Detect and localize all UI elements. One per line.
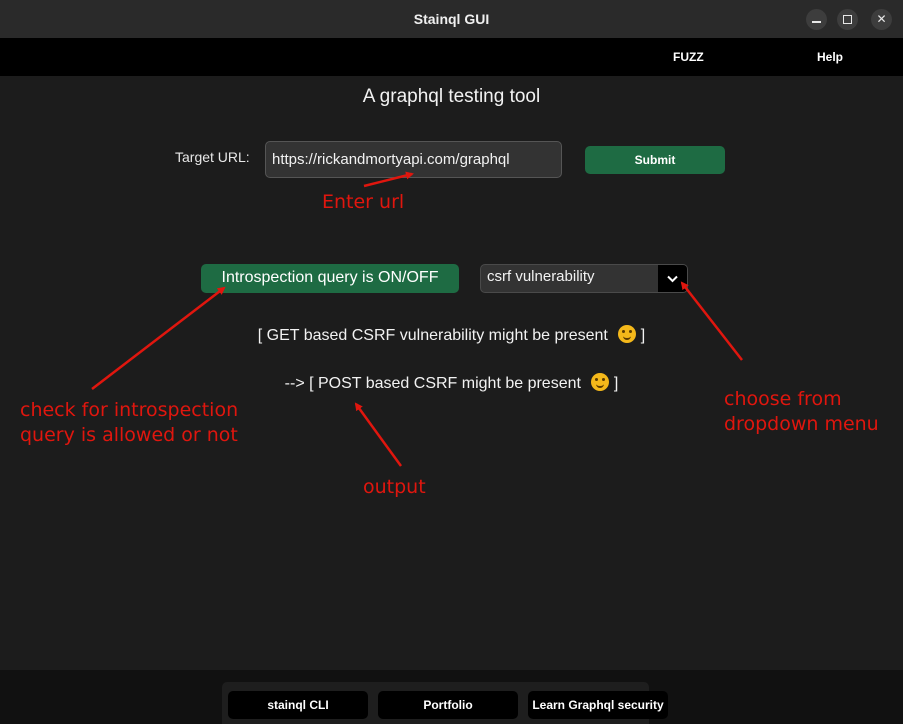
arrow-url [363, 171, 414, 188]
arrow-dropdown [680, 281, 743, 361]
annotation-introspection-line2: query is allowed or not [20, 424, 238, 446]
annotation-introspection: check for introspection query is allowed… [20, 398, 238, 448]
annotation-dropdown-line2: dropdown menu [724, 413, 879, 435]
arrow-output [354, 402, 403, 467]
annotation-introspection-line1: check for introspection [20, 399, 239, 421]
learn-graphql-security-button[interactable]: Learn Graphql security [528, 691, 668, 719]
annotation-dropdown: choose from dropdown menu [724, 387, 879, 437]
annotation-dropdown-line1: choose from [724, 388, 842, 410]
annotation-enter-url: Enter url [322, 191, 405, 213]
annotation-arrows [91, 171, 743, 467]
stainql-cli-button[interactable]: stainql CLI [228, 691, 368, 719]
arrow-introspection [91, 286, 226, 390]
annotation-output: output [363, 476, 426, 498]
portfolio-button[interactable]: Portfolio [378, 691, 518, 719]
app-window: Stainql GUI ✕ FUZZ Help A graphql testin… [0, 0, 903, 724]
